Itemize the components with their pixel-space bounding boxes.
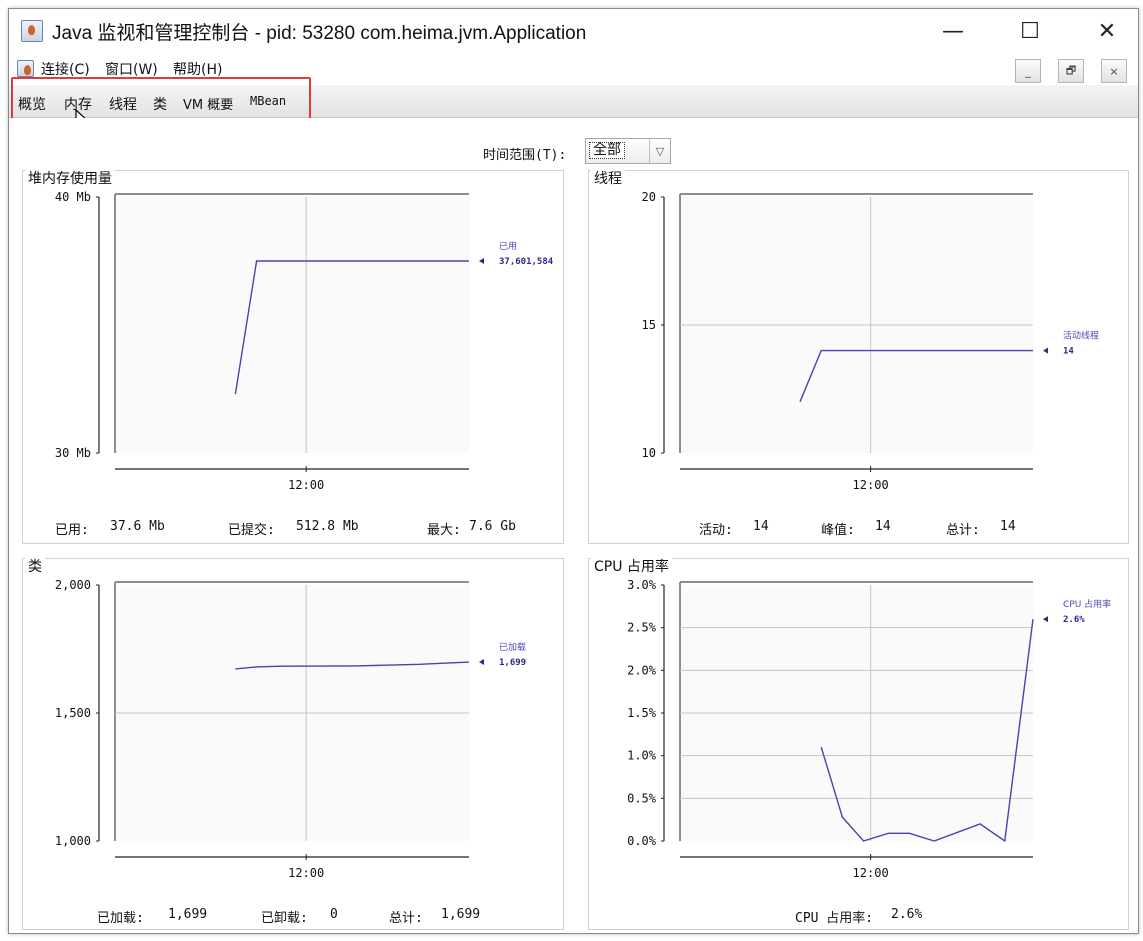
heap-x-tick-label: 12:00 xyxy=(288,478,324,492)
threads-total-label: 总计: xyxy=(946,523,980,538)
mdi-restore-button[interactable]: 🗗 xyxy=(1058,59,1084,83)
cpu-y-tick-label: 3.0% xyxy=(627,578,657,592)
threads-chart: 20 15 10 12:00 活动线程 14 xyxy=(642,190,1099,492)
java-menu-icon xyxy=(17,60,34,77)
heap-legend-name: 已用 xyxy=(499,241,517,252)
cpu-y-tick-label: 0.5% xyxy=(627,791,657,805)
heap-used-value: 37.6 Mb xyxy=(110,519,165,534)
threads-legend-name: 活动线程 xyxy=(1063,330,1099,342)
cpu-y-tick-label: 2.5% xyxy=(627,621,657,635)
classes-x-tick-label: 12:00 xyxy=(288,866,324,880)
threads-total-value: 14 xyxy=(1000,519,1016,534)
heap-legend-arrow-icon xyxy=(479,258,484,264)
threads-peak-label: 峰值: xyxy=(821,523,855,538)
threads-active-value: 14 xyxy=(753,519,769,534)
maximize-button[interactable]: ☐ xyxy=(1004,9,1056,53)
heap-max-value: 7.6 Gb xyxy=(469,519,516,534)
heap-committed-value: 512.8 Mb xyxy=(296,519,359,534)
classes-total-value: 1,699 xyxy=(441,907,481,922)
heap-legend-value: 37,601,584 xyxy=(499,257,554,267)
classes-legend-arrow-icon xyxy=(479,659,484,666)
cpu-legend-name: CPU 占用率 xyxy=(1063,598,1111,610)
classes-y-tick-label: 1,500 xyxy=(55,706,91,720)
heap-max-label: 最大: xyxy=(427,523,461,538)
time-range-label: 时间范围(T): xyxy=(483,148,567,163)
threads-legend-value: 14 xyxy=(1063,347,1074,357)
menu-connect[interactable]: 连接(C) xyxy=(41,59,90,79)
classes-loaded-label: 已加载: xyxy=(97,911,144,926)
minimize-button[interactable]: — xyxy=(927,9,979,53)
title-bar[interactable]: Java 监视和管理控制台 - pid: 53280 com.heima.jvm… xyxy=(9,9,1138,53)
threads-y-tick-label: 15 xyxy=(642,318,656,332)
cpu-x-tick-label: 12:00 xyxy=(853,866,889,880)
close-button[interactable]: ✕ xyxy=(1081,9,1133,53)
time-range-select[interactable]: 全部 ▽ xyxy=(585,138,671,164)
cpu-usage-value: 2.6% xyxy=(891,907,923,922)
cpu-y-tick-label: 0.0% xyxy=(627,834,657,848)
classes-legend-name: 已加载 xyxy=(499,641,526,653)
threads-panel: 线程 20 15 10 12:00 活动线程 14 活动: 14 峰值: 14 总计: 1… xyxy=(588,170,1129,544)
classes-unloaded-label: 已卸载: xyxy=(261,911,308,926)
heap-used-label: 已用: xyxy=(55,523,89,538)
classes-legend-value: 1,699 xyxy=(499,658,526,668)
cpu-usage-label: CPU 占用率: xyxy=(795,911,874,926)
window-title: Java 监视和管理控制台 - pid: 53280 com.heima.jvm… xyxy=(52,23,587,44)
overview-content: 时间范围(T): 全部 ▽ 堆内存使用量 40 Mb 30 Mb 12:00 已用 37… xyxy=(9,118,1138,933)
cpu-y-tick-label: 1.0% xyxy=(627,749,657,763)
cpu-usage-chart: 3.0% 2.5% 2.0% 1.5% 1.0% 0.5% 0.0% 12:00 CPU 占用率… xyxy=(627,578,1111,880)
threads-y-tick-label: 10 xyxy=(642,446,656,460)
mdi-close-button[interactable]: × xyxy=(1101,59,1127,83)
menu-window[interactable]: 窗口(W) xyxy=(105,59,158,79)
classes-loaded-value: 1,699 xyxy=(168,907,208,922)
threads-y-tick-label: 20 xyxy=(642,190,656,204)
time-range-value: 全部 xyxy=(589,142,625,159)
menu-help[interactable]: 帮助(H) xyxy=(173,59,222,79)
java-app-icon xyxy=(21,20,43,42)
classes-y-tick-label: 2,000 xyxy=(55,578,91,592)
threads-active-label: 活动: xyxy=(699,523,733,538)
threads-x-tick-label: 12:00 xyxy=(853,478,889,492)
classes-panel: 类 2,000 1,500 1,000 12:00 已加载 1,699 已加载: 1,69… xyxy=(22,558,564,930)
heap-usage-chart: 40 Mb 30 Mb 12:00 已用 37,601,584 xyxy=(55,190,554,492)
classes-unloaded-value: 0 xyxy=(330,907,338,922)
cpu-usage-panel: CPU 占用率 3.0% 2.5% 2.0% 1.5% 1.0% 0.5% 0.0% 12:0… xyxy=(588,558,1129,930)
cpu-legend-arrow-icon xyxy=(1043,616,1048,623)
cpu-y-tick-label: 1.5% xyxy=(627,706,657,720)
classes-total-label: 总计: xyxy=(389,911,423,926)
chevron-down-icon[interactable]: ▽ xyxy=(649,139,670,163)
heap-usage-panel: 堆内存使用量 40 Mb 30 Mb 12:00 已用 37,601,584 已用: 3… xyxy=(22,170,564,544)
cpu-legend-value: 2.6% xyxy=(1063,615,1085,625)
threads-peak-value: 14 xyxy=(875,519,891,534)
classes-y-tick-label: 1,000 xyxy=(55,834,91,848)
classes-chart: 2,000 1,500 1,000 12:00 已加载 1,699 xyxy=(55,578,526,880)
jconsole-window: Java 监视和管理控制台 - pid: 53280 com.heima.jvm… xyxy=(8,8,1139,934)
cpu-y-tick-label: 2.0% xyxy=(627,663,657,677)
mdi-minimize-button[interactable]: _ xyxy=(1015,59,1041,83)
heap-plot-area xyxy=(115,197,469,453)
threads-legend-arrow-icon xyxy=(1043,347,1048,354)
heap-committed-label: 已提交: xyxy=(228,523,275,538)
heap-y-tick-label: 30 Mb xyxy=(55,446,91,460)
heap-y-tick-label: 40 Mb xyxy=(55,190,91,204)
